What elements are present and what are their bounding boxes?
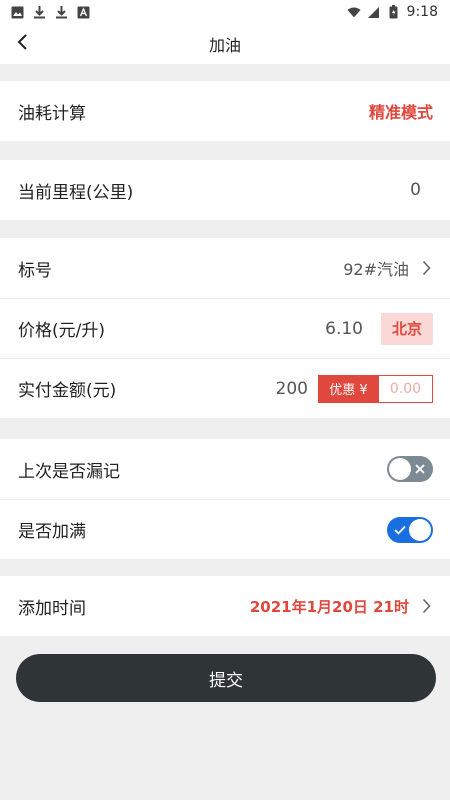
signal-icon xyxy=(367,5,381,19)
missed-record-row: 上次是否漏记 xyxy=(0,439,450,499)
full-tank-label: 是否加满 xyxy=(18,522,86,542)
toggle-knob xyxy=(389,458,411,480)
fuel-grade-label: 标号 xyxy=(18,260,52,281)
full-tank-row: 是否加满 xyxy=(0,499,450,559)
consumption-mode[interactable]: 精准模式 xyxy=(369,99,433,123)
fuel-grade-row[interactable]: 标号 92#汽油 xyxy=(0,238,450,298)
status-time: 9:18 xyxy=(406,4,438,20)
status-notification-icons xyxy=(10,5,90,19)
font-icon xyxy=(76,5,90,19)
chevron-right-icon xyxy=(419,597,433,615)
back-button[interactable] xyxy=(10,32,34,56)
toggle-knob xyxy=(409,518,431,541)
fuel-grade-value: 92#汽油 xyxy=(343,260,409,279)
paid-amount-row: 实付金额(元) 200 优惠 ¥ xyxy=(0,358,450,418)
consumption-row[interactable]: 油耗计算 精准模式 xyxy=(0,81,450,141)
paid-amount-label: 实付金额(元) xyxy=(18,381,117,401)
download-icon xyxy=(54,5,68,19)
battery-icon xyxy=(387,5,401,19)
missed-record-toggle[interactable] xyxy=(387,456,433,482)
add-time-label: 添加时间 xyxy=(18,598,86,619)
discount-group: 优惠 ¥ xyxy=(318,374,433,403)
chevron-left-icon xyxy=(16,33,28,55)
consumption-section: 油耗计算 精准模式 xyxy=(0,81,450,141)
chevron-right-icon xyxy=(419,259,433,277)
download-icon xyxy=(32,5,46,19)
wifi-icon xyxy=(346,5,361,19)
discount-input[interactable] xyxy=(379,374,433,403)
mileage-row[interactable]: 当前里程(公里) 0 xyxy=(0,160,450,220)
fuel-section: 标号 92#汽油 价格(元/升) 6.10 北京 实付金额(元) 200 优惠 … xyxy=(0,238,450,418)
paid-amount-value[interactable]: 200 xyxy=(276,379,308,399)
mileage-value[interactable]: 0 xyxy=(410,180,433,200)
page-title: 加油 xyxy=(208,36,241,55)
nav-bar: 加油 xyxy=(0,24,450,64)
close-icon xyxy=(412,461,428,477)
fuel-price-value[interactable]: 6.10 xyxy=(325,319,363,339)
add-time-value: 2021年1月20日 21时 xyxy=(249,597,409,616)
consumption-label: 油耗计算 xyxy=(18,103,86,124)
missed-record-label: 上次是否漏记 xyxy=(18,461,120,482)
flags-section: 上次是否漏记 是否加满 xyxy=(0,439,450,559)
fuel-price-label: 价格(元/升) xyxy=(18,321,105,341)
mileage-label: 当前里程(公里) xyxy=(18,182,134,203)
fuel-price-row: 价格(元/升) 6.10 北京 xyxy=(0,298,450,358)
full-tank-toggle[interactable] xyxy=(387,516,433,543)
check-icon xyxy=(392,522,408,538)
add-time-row[interactable]: 添加时间 2021年1月20日 21时 xyxy=(0,576,450,636)
status-system-icons: 9:18 xyxy=(346,4,438,20)
city-badge[interactable]: 北京 xyxy=(381,312,433,345)
mileage-section: 当前里程(公里) 0 xyxy=(0,160,450,220)
discount-tag: 优惠 ¥ xyxy=(318,374,379,403)
time-section: 添加时间 2021年1月20日 21时 xyxy=(0,576,450,636)
image-icon xyxy=(10,5,24,19)
status-bar: 9:18 xyxy=(0,0,450,24)
submit-button[interactable]: 提交 xyxy=(16,654,436,702)
